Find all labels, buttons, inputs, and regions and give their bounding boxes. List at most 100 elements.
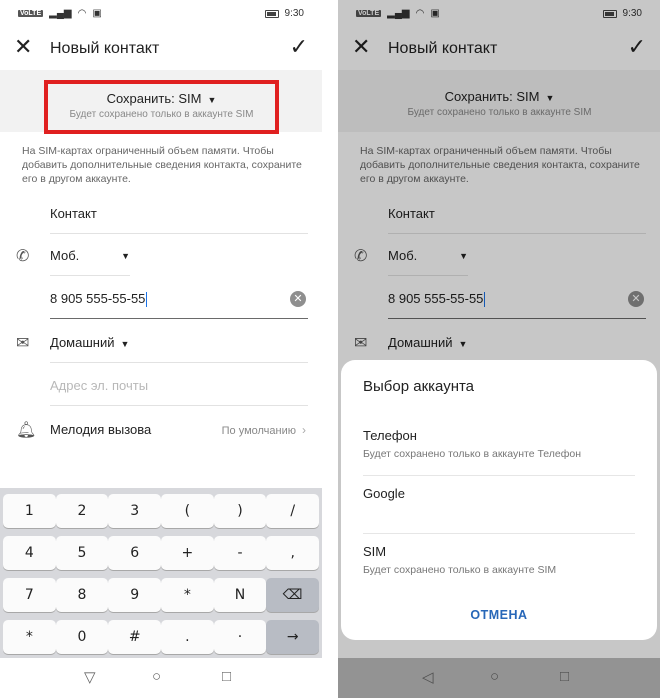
clock: 9:30 bbox=[284, 8, 304, 19]
phone-type-row: ✆ Моб. ▼ bbox=[338, 236, 660, 276]
key-1[interactable]: 1 bbox=[3, 494, 56, 528]
backspace-key[interactable]: ⌫ bbox=[266, 578, 320, 612]
keyboard-row: 4 5 6 + - , bbox=[3, 536, 320, 570]
keyboard-row: 7 8 9 * N ⌫ bbox=[3, 578, 320, 612]
key-open-paren[interactable]: ( bbox=[161, 494, 214, 528]
save-to-label: Сохранить: SIM bbox=[444, 89, 540, 104]
recents-icon[interactable]: □ bbox=[222, 668, 231, 685]
save-to-sublabel: Будет сохранено только в аккаунте SIM bbox=[407, 107, 592, 118]
page-title: Новый контакт bbox=[388, 40, 498, 57]
name-row: Контакт bbox=[0, 194, 322, 234]
option-name: SIM bbox=[363, 544, 387, 559]
key-n[interactable]: N bbox=[213, 578, 267, 612]
option-description: Будет сохранено только в аккаунте Телефо… bbox=[363, 448, 582, 460]
key-6[interactable]: 6 bbox=[108, 536, 162, 570]
key-dot[interactable]: . bbox=[161, 620, 214, 654]
chevron-down-icon: ▼ bbox=[207, 95, 217, 105]
key-4[interactable]: 4 bbox=[3, 536, 56, 570]
key-0[interactable]: 0 bbox=[55, 620, 109, 654]
key-slash[interactable]: / bbox=[266, 494, 320, 528]
home-icon[interactable]: ○ bbox=[152, 668, 161, 685]
name-row: Контакт bbox=[338, 194, 660, 234]
status-bar: VoLTE ▂▄▆ ◠ ▣ 9:30 bbox=[0, 0, 322, 26]
home-icon[interactable]: ○ bbox=[490, 668, 499, 685]
back-icon[interactable]: ◁ bbox=[422, 668, 434, 686]
phone-type-dropdown[interactable]: Моб. ▼ bbox=[388, 236, 468, 276]
close-icon[interactable]: ✕ bbox=[352, 36, 370, 58]
sim-info-text: На SIM-картах ограниченный объем памяти.… bbox=[360, 145, 640, 185]
clear-icon[interactable]: ✕ bbox=[628, 291, 644, 307]
phone-number-value: 8 905 555-55-55 bbox=[388, 291, 484, 306]
volte-badge: VoLTE bbox=[18, 10, 44, 17]
system-nav-bar: ▽ ○ □ bbox=[0, 658, 322, 698]
option-name: Телефон bbox=[363, 428, 417, 443]
email-type-value: Домашний bbox=[50, 335, 115, 350]
phone-screen-account-chooser: VoLTE ▂▄▆ ◠ ▣ 9:30 ✕ Новый контакт ✓ Сох… bbox=[338, 0, 660, 698]
recents-icon[interactable]: □ bbox=[560, 668, 569, 685]
account-option-sim[interactable]: SIM Будет сохранено только в аккаунте SI… bbox=[363, 534, 635, 592]
key-middle-dot[interactable]: · bbox=[213, 620, 267, 654]
save-check-icon[interactable]: ✓ bbox=[290, 36, 308, 58]
contact-form: Сохранить: SIM ▼ Будет сохранено только в… bbox=[0, 70, 322, 488]
next-key[interactable]: → bbox=[266, 620, 320, 654]
phone-type-dropdown[interactable]: Моб. ▼ bbox=[50, 236, 130, 276]
contact-name-field[interactable]: Контакт bbox=[388, 194, 646, 234]
signal-icon: ▂▄▆ bbox=[387, 8, 410, 19]
phone-number-value: 8 905 555-55-55 bbox=[50, 291, 146, 306]
save-check-icon[interactable]: ✓ bbox=[628, 36, 646, 58]
clear-icon[interactable]: ✕ bbox=[290, 291, 306, 307]
key-5[interactable]: 5 bbox=[55, 536, 109, 570]
key-2[interactable]: 2 bbox=[55, 494, 109, 528]
app-bar: ✕ Новый контакт ✓ bbox=[338, 26, 660, 70]
key-minus[interactable]: - bbox=[213, 536, 267, 570]
email-type-row: ✉ Домашний ▼ bbox=[338, 323, 660, 363]
email-type-dropdown[interactable]: Домашний ▼ bbox=[388, 323, 646, 363]
account-option-google[interactable]: Google bbox=[363, 476, 635, 534]
chevron-down-icon: ▼ bbox=[458, 339, 468, 349]
numeric-keyboard: 1 2 3 ( ) / 4 5 6 + - , 7 8 9 * N ⌫ * 0 … bbox=[0, 488, 322, 658]
key-3[interactable]: 3 bbox=[108, 494, 162, 528]
app-bar: ✕ Новый контакт ✓ bbox=[0, 26, 322, 70]
phone-type-value: Моб. bbox=[50, 248, 80, 263]
volte-badge: VoLTE bbox=[356, 10, 382, 17]
key-star[interactable]: * bbox=[161, 578, 214, 612]
option-name: Google bbox=[363, 486, 405, 501]
key-comma[interactable]: , bbox=[266, 536, 320, 570]
save-to-account-selector[interactable]: Сохранить: SIM ▼ Будет сохранено только в… bbox=[382, 82, 617, 132]
save-to-account-selector[interactable]: Сохранить: SIM ▼ Будет сохранено только в… bbox=[44, 80, 279, 134]
keyboard-row: * 0 # . · → bbox=[3, 620, 320, 654]
phone-number-field[interactable]: 8 905 555-55-55 bbox=[50, 279, 308, 319]
phone-icon: ✆ bbox=[16, 248, 30, 265]
clock: 9:30 bbox=[622, 8, 642, 19]
email-type-row: ✉ Домашний ▼ bbox=[0, 323, 322, 363]
phone-icon: ✆ bbox=[354, 248, 368, 265]
image-notification-icon: ▣ bbox=[92, 8, 102, 19]
contact-name-field[interactable]: Контакт bbox=[50, 194, 308, 234]
key-hash[interactable]: # bbox=[108, 620, 162, 654]
save-to-label: Сохранить: SIM bbox=[106, 91, 202, 106]
chevron-down-icon: ▼ bbox=[545, 93, 555, 103]
battery-icon bbox=[602, 9, 617, 18]
account-chooser-dialog: Выбор аккаунта Телефон Будет сохранено т… bbox=[341, 360, 657, 640]
close-icon[interactable]: ✕ bbox=[14, 36, 32, 58]
email-field[interactable]: Адрес эл. почты bbox=[50, 366, 308, 406]
key-asterisk[interactable]: * bbox=[3, 620, 56, 654]
option-description: Будет сохранено только в аккаунте SIM bbox=[363, 564, 557, 576]
key-8[interactable]: 8 bbox=[55, 578, 109, 612]
key-7[interactable]: 7 bbox=[3, 578, 56, 612]
phone-number-row: 8 905 555-55-55 ✕ bbox=[338, 279, 660, 319]
account-option-phone[interactable]: Телефон Будет сохранено только в аккаунт… bbox=[363, 418, 635, 476]
phone-number-field[interactable]: 8 905 555-55-55 bbox=[388, 279, 646, 319]
key-close-paren[interactable]: ) bbox=[213, 494, 267, 528]
page-title: Новый контакт bbox=[50, 40, 160, 57]
back-icon[interactable]: ▽ bbox=[84, 668, 96, 686]
key-plus[interactable]: + bbox=[161, 536, 214, 570]
email-type-dropdown[interactable]: Домашний ▼ bbox=[50, 323, 308, 363]
ringtone-row[interactable]: 🔔︎ Мелодия вызова По умолчанию › bbox=[0, 410, 322, 450]
cancel-button[interactable]: ОТМЕНА bbox=[341, 608, 657, 622]
mail-icon: ✉ bbox=[354, 335, 368, 352]
email-row: Адрес эл. почты bbox=[0, 366, 322, 406]
key-9[interactable]: 9 bbox=[108, 578, 162, 612]
chevron-down-icon: ▼ bbox=[120, 339, 130, 349]
save-to-sublabel: Будет сохранено только в аккаунте SIM bbox=[69, 109, 254, 120]
